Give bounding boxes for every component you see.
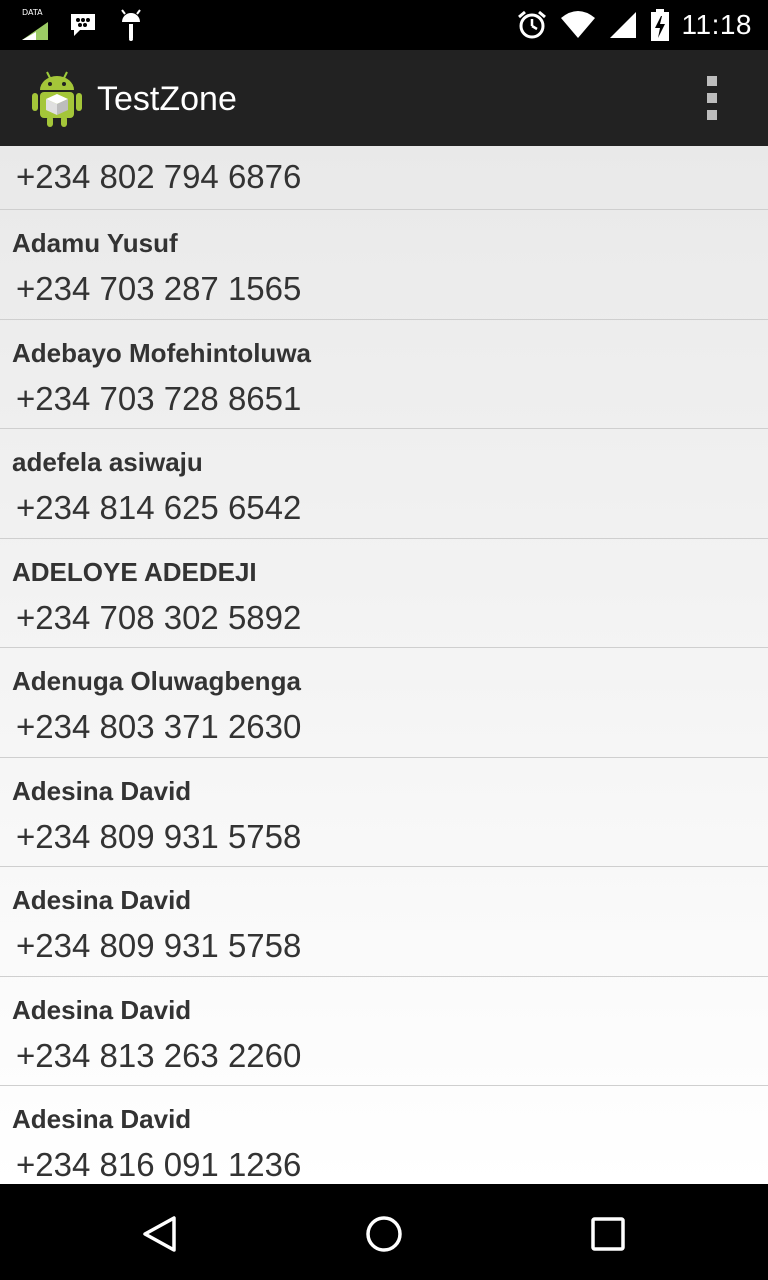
list-item[interactable]: adefela asiwaju +234 814 625 6542 (0, 429, 768, 539)
status-bar: DATA 11:18 (0, 0, 768, 50)
contact-name: Adebayo Mofehintoluwa (12, 337, 311, 368)
home-icon[interactable] (354, 1204, 414, 1264)
contact-phone: +234 803 371 2630 (16, 708, 302, 745)
wifi-icon (560, 10, 596, 40)
contact-name: Adamu Yusuf (12, 228, 178, 258)
app-title: TestZone (97, 80, 237, 118)
list-item[interactable]: Adesina David +234 809 931 5758 (0, 758, 768, 867)
list-item[interactable]: Adebayo Mofehintoluwa +234 703 728 8651 (0, 320, 768, 429)
overflow-menu-icon[interactable] (696, 76, 728, 120)
list-item[interactable]: Adenuga Oluwagbenga +234 803 371 2630 (0, 648, 768, 758)
contact-phone: +234 814 625 6542 (16, 489, 302, 526)
contact-phone: +234 809 931 5758 (16, 927, 302, 964)
list-item[interactable]: Adamu Yusuf +234 703 287 1565 (0, 210, 768, 320)
contact-name: ADELOYE ADEDEJI (12, 556, 257, 587)
data-signal-icon: DATA (20, 8, 50, 40)
bbm-icon (68, 10, 98, 40)
contact-name: Adesina David (12, 1104, 192, 1134)
alarm-icon (516, 9, 548, 41)
navigation-bar (0, 1184, 768, 1280)
contact-name: Adesina David (12, 775, 192, 806)
battery-charging-icon (650, 8, 670, 42)
status-clock: 11:18 (681, 9, 752, 40)
contact-phone: +234 816 091 1236 (16, 1146, 302, 1183)
recents-icon[interactable] (578, 1204, 638, 1264)
contact-phone: +234 703 287 1565 (16, 270, 302, 307)
contact-list[interactable]: +234 802 794 6876 Adamu Yusuf +234 703 2… (0, 146, 768, 1184)
notification-icons: DATA (20, 0, 146, 50)
contact-phone: +234 703 728 8651 (16, 379, 302, 417)
back-icon[interactable] (130, 1204, 190, 1264)
contact-phone: +234 813 263 2260 (16, 1036, 302, 1074)
contact-phone: +234 708 302 5892 (16, 598, 302, 636)
action-bar: TestZone (0, 50, 768, 146)
contact-phone: +234 802 794 6876 (16, 158, 302, 195)
android-app-icon[interactable] (30, 68, 84, 128)
contact-name: Adenuga Oluwagbenga (12, 666, 301, 696)
list-item[interactable]: +234 802 794 6876 (0, 146, 768, 210)
system-icons: 11:18 (516, 0, 753, 50)
contact-phone: +234 809 931 5758 (16, 817, 302, 855)
android-debug-icon (116, 8, 146, 42)
list-item[interactable]: ADELOYE ADEDEJI +234 708 302 5892 (0, 539, 768, 648)
list-item[interactable]: Adesina David +234 809 931 5758 (0, 867, 768, 977)
contact-name: Adesina David (12, 885, 192, 915)
contact-name: adefela asiwaju (12, 447, 203, 477)
list-item[interactable]: Adesina David +234 816 091 1236 (0, 1086, 768, 1184)
cell-signal-icon (608, 10, 638, 40)
contact-name: Adesina David (12, 994, 192, 1025)
list-item[interactable]: Adesina David +234 813 263 2260 (0, 977, 768, 1086)
